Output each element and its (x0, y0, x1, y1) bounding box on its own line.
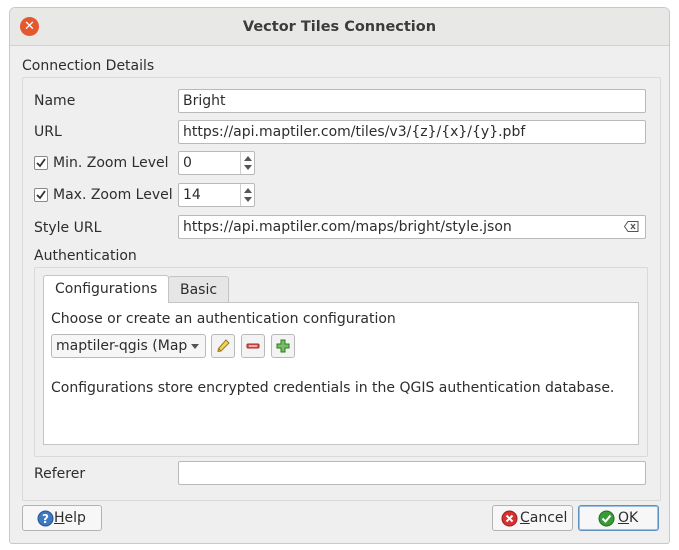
ok-mnemonic: O (618, 510, 630, 526)
max-zoom-label: Max. Zoom Level (53, 187, 173, 203)
name-input[interactable]: Bright (178, 89, 646, 113)
chevron-down-icon (191, 344, 199, 349)
cancel-mnemonic: C (520, 510, 530, 526)
remove-icon (246, 343, 260, 349)
ok-icon (598, 510, 615, 527)
help-button[interactable]: ? Help (22, 505, 102, 531)
spin-arrows[interactable] (240, 152, 254, 174)
help-icon: ? (37, 510, 54, 527)
ok-button[interactable]: OK (578, 505, 659, 531)
style-url-value: https://api.maptiler.com/maps/bright/sty… (183, 219, 512, 235)
authentication-label: Authentication (34, 248, 137, 264)
remove-config-button[interactable] (241, 334, 265, 358)
auth-info-text: Configurations store encrypted credentia… (51, 380, 615, 396)
tab-basic[interactable]: Basic (168, 276, 230, 303)
pencil-icon (217, 339, 230, 353)
spin-arrows[interactable] (240, 184, 254, 206)
window-title: Vector Tiles Connection (242, 19, 437, 35)
edit-config-button[interactable] (211, 334, 235, 358)
ok-label-rest: K (629, 510, 639, 526)
checkmark-icon (36, 190, 46, 200)
url-label: URL (34, 124, 62, 140)
spin-down-icon[interactable] (244, 197, 252, 202)
clear-text-icon[interactable] (624, 221, 639, 232)
min-zoom-spinbox[interactable]: 0 (178, 151, 255, 175)
title-bar: ✕ Vector Tiles Connection (10, 8, 669, 46)
cancel-button[interactable]: Cancel (492, 505, 573, 531)
dialog-window: ✕ Vector Tiles Connection Connection Det… (9, 7, 670, 544)
style-url-label: Style URL (34, 220, 102, 236)
referer-label: Referer (34, 466, 86, 482)
selected-config-value: maptiler-qgis (Map (56, 338, 188, 354)
name-label: Name (34, 93, 76, 109)
help-label-rest: elp (64, 510, 86, 526)
spin-up-icon[interactable] (244, 156, 252, 161)
add-icon (276, 339, 290, 353)
referer-input[interactable] (178, 461, 646, 485)
choose-config-label: Choose or create an authentication confi… (51, 311, 396, 327)
min-zoom-label: Min. Zoom Level (53, 155, 169, 171)
tab-configurations[interactable]: Configurations (43, 275, 170, 303)
cancel-icon (501, 510, 518, 527)
auth-config-combobox[interactable]: maptiler-qgis (Map (51, 334, 206, 358)
connection-details-title: Connection Details (22, 58, 155, 74)
max-zoom-value: 14 (183, 187, 201, 203)
help-mnemonic: H (54, 510, 65, 526)
min-zoom-checkbox[interactable] (34, 156, 48, 170)
spin-up-icon[interactable] (244, 188, 252, 193)
add-config-button[interactable] (271, 334, 295, 358)
max-zoom-spinbox[interactable]: 14 (178, 183, 255, 207)
style-url-input[interactable]: https://api.maptiler.com/maps/bright/sty… (178, 215, 646, 239)
min-zoom-value: 0 (183, 155, 192, 171)
spin-down-icon[interactable] (244, 165, 252, 170)
url-input[interactable]: https://api.maptiler.com/tiles/v3/{z}/{x… (178, 120, 646, 144)
checkmark-icon (36, 158, 46, 168)
svg-text:?: ? (42, 512, 49, 526)
max-zoom-checkbox[interactable] (34, 188, 48, 202)
cancel-label-rest: ancel (529, 510, 568, 526)
